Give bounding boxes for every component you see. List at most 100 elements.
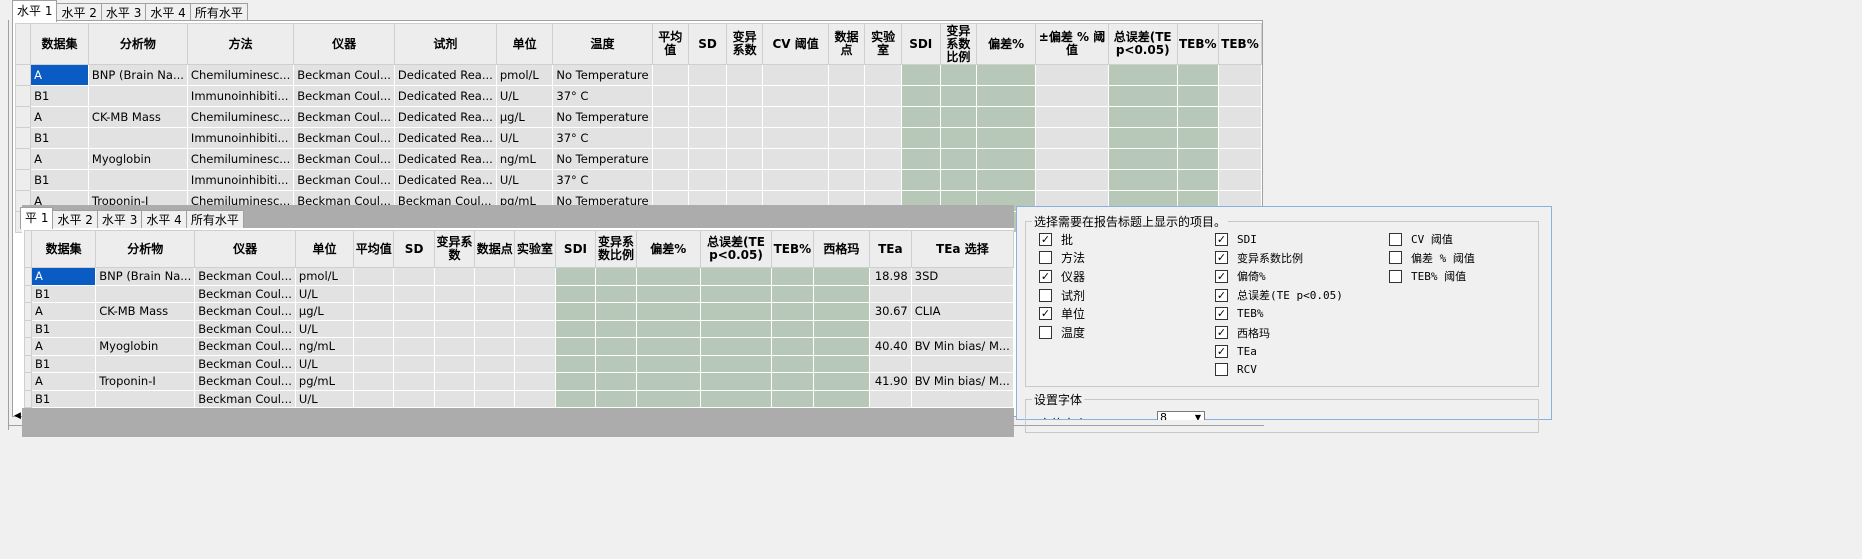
table-cell[interactable] [864,148,902,170]
table-cell[interactable] [595,354,637,373]
table-cell[interactable]: 37° C [552,169,653,191]
table-cell[interactable] [762,106,829,128]
checkbox-icon[interactable]: ✓ [1215,288,1228,302]
table-cell[interactable] [474,302,516,321]
table-cell[interactable]: A [30,64,89,86]
table-cell[interactable] [700,284,772,303]
table-cell[interactable]: A [30,267,97,286]
table-cell[interactable] [554,372,597,391]
table-cell[interactable] [868,354,912,373]
column-header[interactable]: 偏差% [635,230,702,268]
table-cell[interactable] [1176,85,1219,107]
option-checkbox[interactable]: ✓ SDI [1215,230,1257,248]
option-checkbox[interactable]: ✓ 批 [1039,230,1073,248]
option-checkbox[interactable]: ✓ 单位 [1039,305,1085,323]
table-cell[interactable] [770,319,814,338]
table-cell[interactable] [353,372,395,391]
table-cell[interactable] [939,64,978,86]
checkbox-icon[interactable]: ✓ [1039,269,1052,283]
table-cell[interactable] [1176,148,1219,170]
table-cell[interactable]: A [30,106,89,128]
table-cell[interactable]: BV Min bias/ M... [910,337,1015,356]
option-checkbox[interactable]: CV 阈值 [1389,230,1453,248]
table-cell[interactable] [762,127,829,149]
column-header[interactable]: SDI [554,230,597,268]
table-cell[interactable] [1107,169,1178,191]
table-cell[interactable]: BNP (Brain Na... [87,64,188,86]
table-cell[interactable] [1217,106,1263,128]
table-cell[interactable] [595,337,637,356]
checkbox-icon[interactable] [1389,269,1402,283]
table-cell[interactable]: Beckman Coul... [194,354,296,373]
table-cell[interactable] [939,106,978,128]
table-cell[interactable] [910,354,1015,373]
table-cell[interactable] [595,372,637,391]
option-checkbox[interactable]: ✓ 总误差(TE p<0.05) [1215,286,1343,304]
table-cell[interactable]: U/L [495,85,554,107]
table-cell[interactable] [700,389,772,408]
table-cell[interactable] [1035,169,1109,191]
option-checkbox[interactable]: RCV [1215,361,1257,379]
table-cell[interactable] [827,148,866,170]
table-cell[interactable]: Dedicated Rea... [393,64,497,86]
table-cell[interactable] [595,302,637,321]
option-checkbox[interactable]: ✓ TEB% [1215,305,1264,323]
table-cell[interactable] [635,302,702,321]
checkbox-icon[interactable] [1039,326,1052,339]
table-cell[interactable] [1176,127,1219,149]
table-cell[interactable] [635,284,702,303]
table-cell[interactable]: ng/mL [294,337,355,356]
checkbox-icon[interactable]: ✓ [1215,232,1228,246]
table-cell[interactable] [1176,64,1219,86]
table-cell[interactable] [635,389,702,408]
table-cell[interactable] [1176,106,1219,128]
table-cell[interactable] [770,354,814,373]
column-header[interactable]: 分析物 [87,23,188,65]
table-cell[interactable] [554,302,597,321]
table-cell[interactable] [474,389,516,408]
table-cell[interactable] [95,319,196,338]
checkbox-icon[interactable] [1389,232,1402,246]
column-header[interactable]: 变异系数 [725,23,764,65]
table-cell[interactable]: Dedicated Rea... [393,106,497,128]
table-cell[interactable] [554,284,597,303]
option-checkbox[interactable]: ✓ 西格玛 [1215,324,1270,342]
table-cell[interactable]: B1 [30,169,89,191]
level-tab[interactable]: 所有水平 [185,210,244,229]
column-header[interactable]: TEa [868,230,912,268]
table-cell[interactable] [762,148,829,170]
level-tab[interactable]: 水平 1 [12,0,58,22]
table-cell[interactable] [393,267,435,286]
column-header[interactable]: 平均值 [651,23,690,65]
table-cell[interactable] [353,267,395,286]
table-row[interactable]: A Myoglobin Chemiluminesc... Beckman Coul..… [14,148,1263,170]
column-header[interactable]: 变异系数比例 [595,230,637,268]
table-cell[interactable] [1217,85,1263,107]
table-cell[interactable] [554,389,597,408]
table-cell[interactable]: µg/L [294,302,355,321]
column-header[interactable]: 实验室 [864,23,902,65]
table-cell[interactable]: No Temperature [552,106,653,128]
table-cell[interactable] [393,372,435,391]
table-cell[interactable]: CLIA [910,302,1015,321]
column-header[interactable]: SD [393,230,435,268]
column-header[interactable]: 数据点 [827,23,866,65]
table-cell[interactable]: Beckman Coul... [194,337,296,356]
option-checkbox[interactable]: 试剂 [1039,286,1085,304]
row-header[interactable] [14,64,32,86]
table-cell[interactable] [514,302,556,321]
table-cell[interactable] [976,85,1037,107]
table-cell[interactable]: U/L [495,127,554,149]
table-row[interactable]: B1 Immunoinhibiti...Beckman Coul...Dedica… [14,169,1263,191]
table-cell[interactable] [725,148,764,170]
table-cell[interactable] [554,354,597,373]
table-cell[interactable]: pmol/L [495,64,554,86]
table-cell[interactable] [700,372,772,391]
table-cell[interactable]: Chemiluminesc... [186,106,295,128]
table-cell[interactable]: B1 [30,319,97,338]
table-cell[interactable] [770,267,814,286]
option-checkbox[interactable]: ✓ 仪器 [1039,267,1085,285]
row-header[interactable] [14,127,32,149]
table-cell[interactable] [1107,148,1178,170]
table-cell[interactable]: Dedicated Rea... [393,85,497,107]
